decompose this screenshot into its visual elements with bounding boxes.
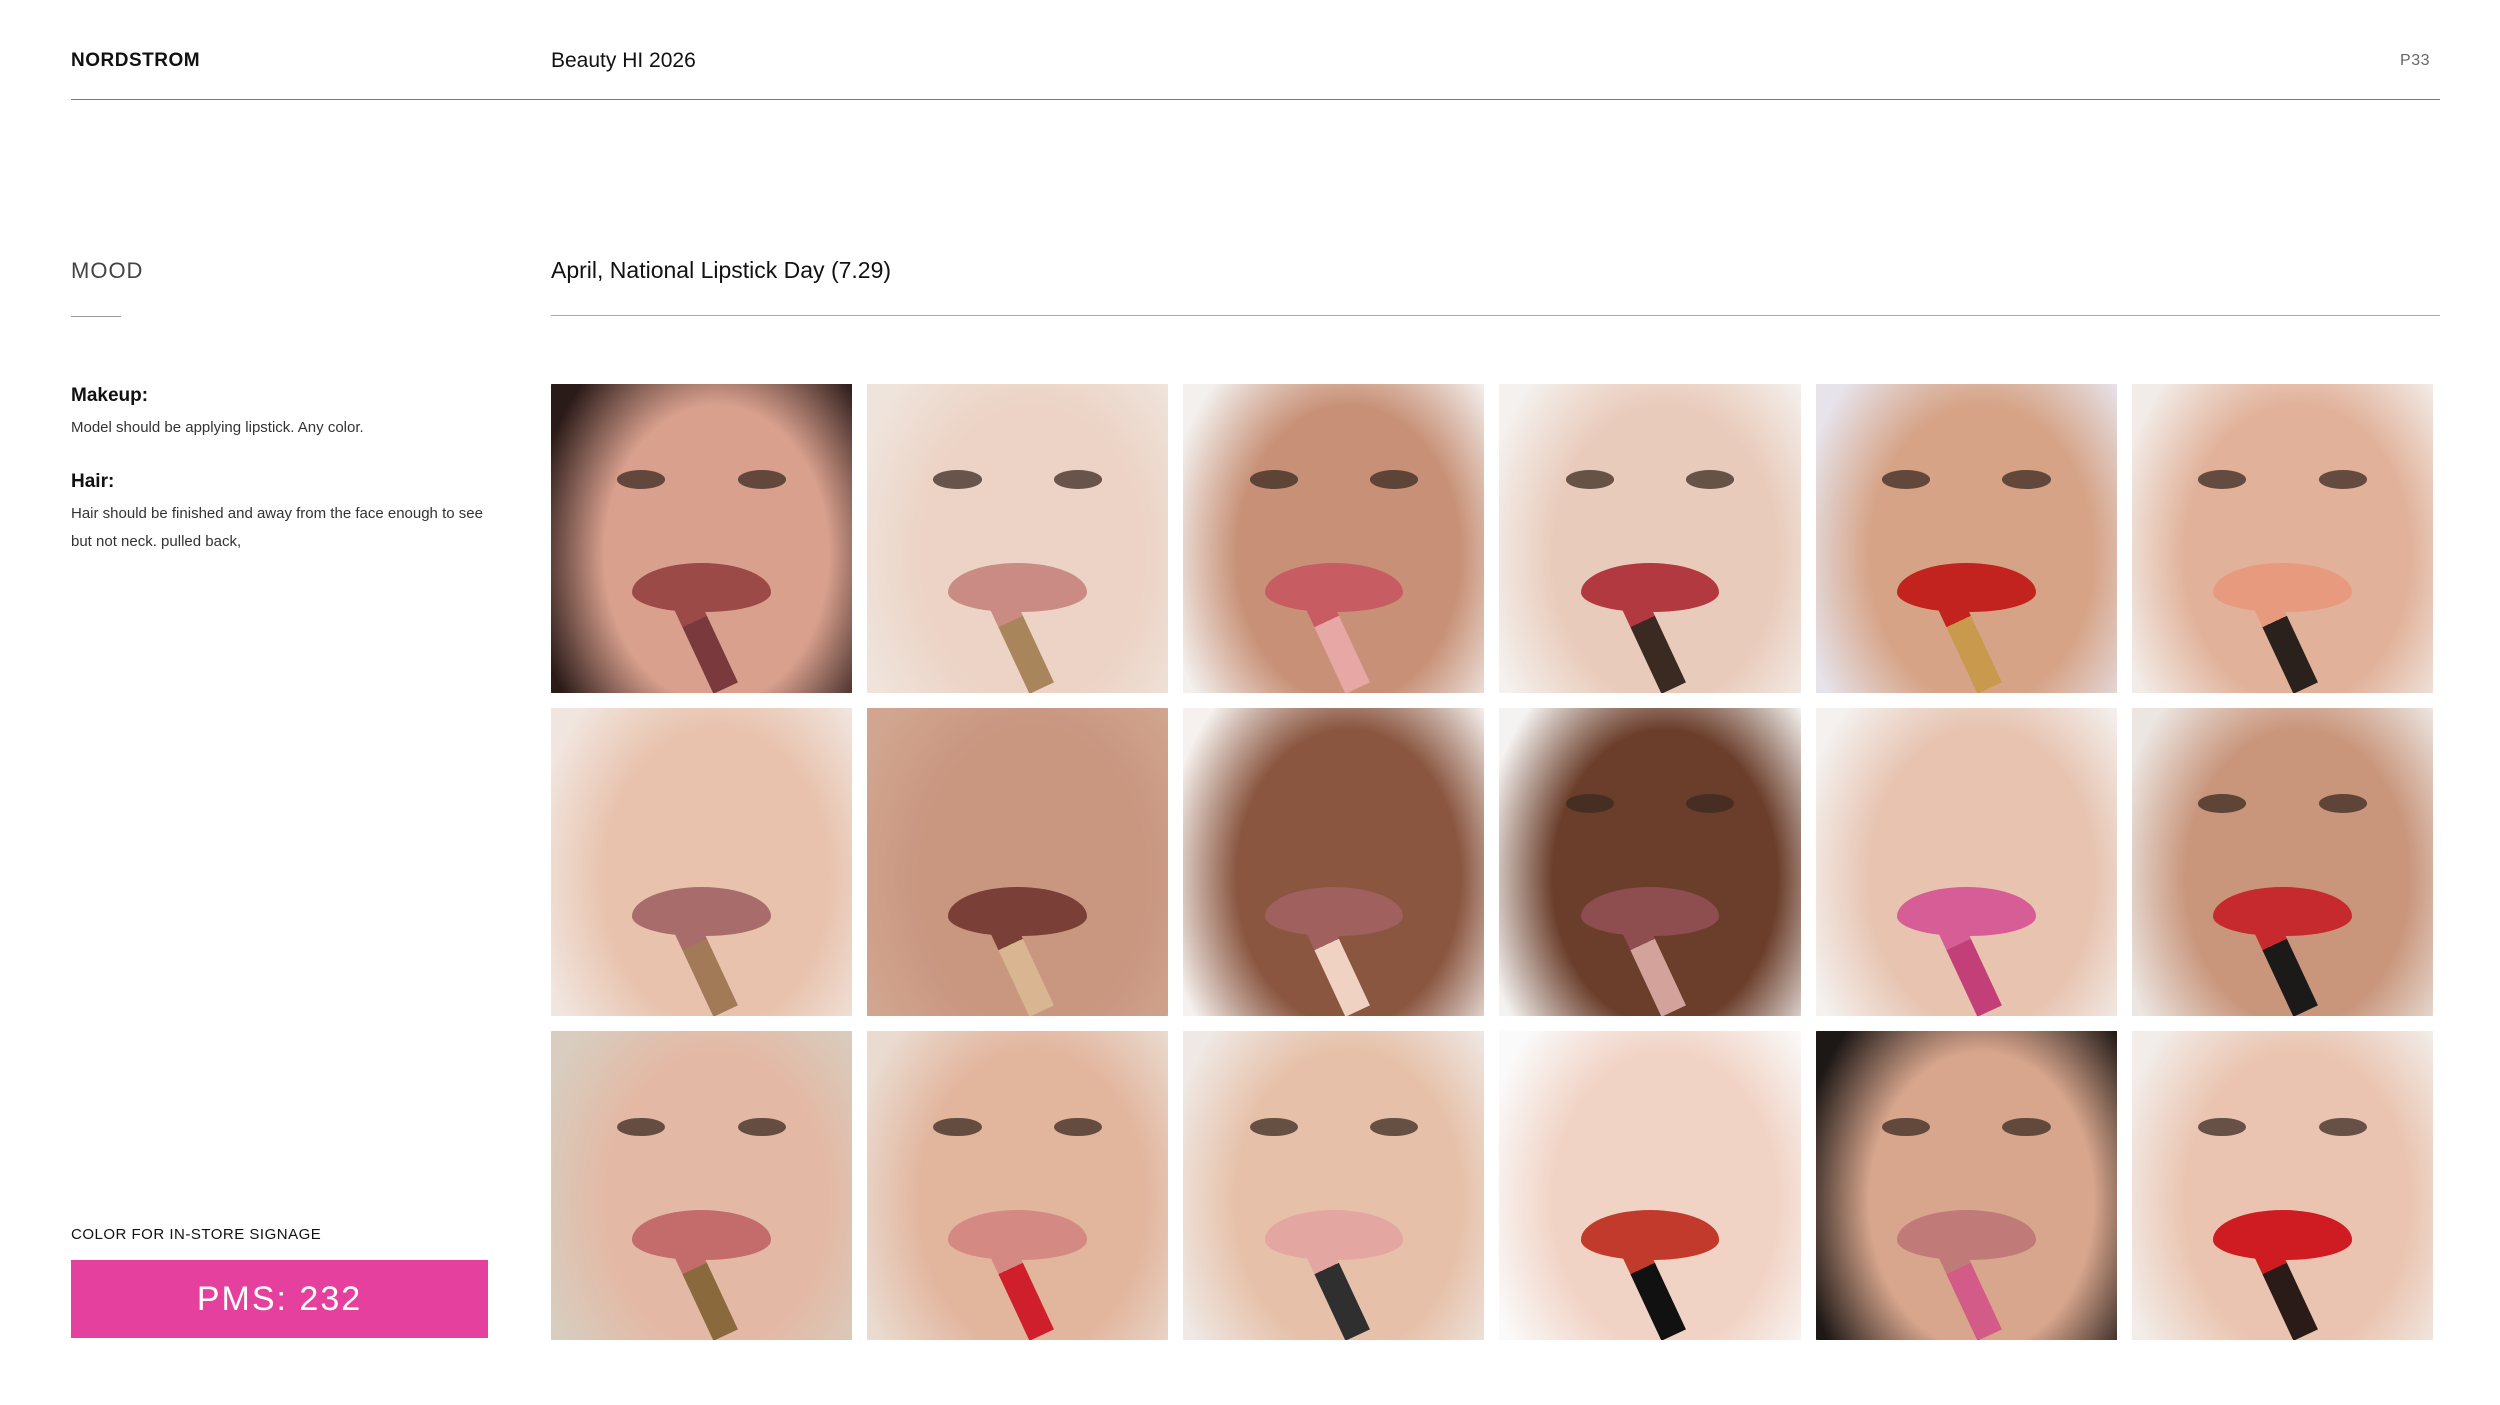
document-title: Beauty HI 2026	[551, 49, 696, 72]
eye-shape	[1249, 470, 1298, 489]
lips-shape	[2213, 563, 2352, 613]
eye-shape	[737, 470, 786, 489]
signage-label: COLOR FOR IN-STORE SIGNAGE	[71, 1226, 322, 1243]
makeup-heading: Makeup:	[71, 385, 149, 406]
eye-shape	[737, 1117, 786, 1137]
mood-photo	[551, 384, 853, 693]
mood-photo	[1499, 384, 1801, 693]
eye-shape	[1686, 470, 1735, 489]
brand-logo: NORDSTROM	[71, 50, 201, 71]
mood-title: April, National Lipstick Day (7.29)	[551, 257, 892, 283]
eye-shape	[2002, 470, 2051, 489]
mood-photo-grid	[551, 384, 2433, 1340]
mood-photo	[2131, 707, 2433, 1017]
eye-shape	[1565, 794, 1614, 813]
mood-photo	[867, 1031, 1169, 1340]
mood-photo	[1183, 1031, 1485, 1340]
mood-photo	[1815, 1031, 2117, 1340]
eye-shape	[933, 470, 982, 489]
mood-photo	[551, 707, 853, 1017]
mood-photo	[2131, 1031, 2433, 1340]
eye-shape	[2318, 794, 2367, 813]
mood-photo	[1815, 384, 2117, 693]
page-number: P33	[2400, 52, 2430, 69]
eye-shape	[1565, 470, 1614, 489]
mood-photo	[1499, 707, 1801, 1017]
mood-photo	[2131, 384, 2433, 693]
section-label: MOOD	[71, 258, 144, 283]
section-label-divider	[71, 316, 121, 317]
mood-photo	[867, 384, 1169, 693]
eye-shape	[933, 1117, 982, 1137]
eye-shape	[2318, 1117, 2367, 1137]
mood-title-divider	[551, 315, 2440, 316]
eye-shape	[1881, 470, 1931, 489]
header-divider	[71, 99, 2440, 100]
hair-heading: Hair:	[71, 471, 115, 492]
eye-shape	[2318, 470, 2367, 489]
mood-photo	[1183, 384, 1485, 693]
eye-shape	[1053, 470, 1103, 489]
eye-shape	[2198, 794, 2247, 813]
eye-shape	[617, 470, 666, 489]
hair-text: Hair should be finished and away from th…	[71, 505, 483, 550]
mood-photo	[1815, 707, 2117, 1017]
eye-shape	[1370, 470, 1419, 489]
eye-shape	[2198, 470, 2247, 489]
mood-photo	[1499, 1031, 1801, 1340]
eye-shape	[1686, 794, 1735, 813]
makeup-text: Model should be applying lipstick. Any c…	[71, 419, 364, 436]
mood-photo	[1183, 707, 1485, 1017]
eye-shape	[2002, 1117, 2051, 1137]
eye-shape	[1249, 1117, 1298, 1137]
pms-swatch: PMS: 232	[71, 1260, 488, 1338]
mood-photo	[551, 1031, 853, 1340]
mood-photo	[867, 707, 1169, 1017]
